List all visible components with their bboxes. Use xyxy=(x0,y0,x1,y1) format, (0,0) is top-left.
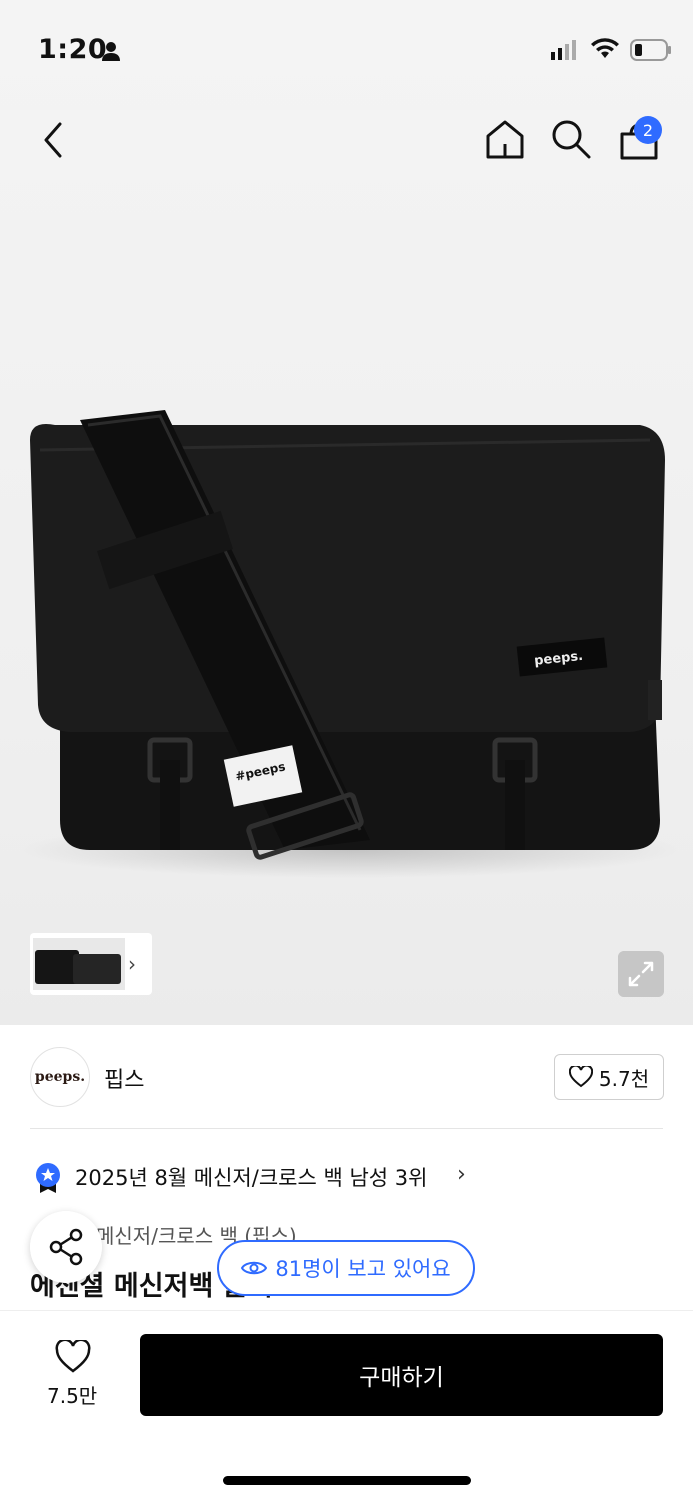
buy-button[interactable]: 구매하기 xyxy=(140,1334,663,1416)
heart-icon[interactable] xyxy=(55,1340,91,1374)
expand-icon[interactable] xyxy=(618,951,664,997)
search-icon[interactable] xyxy=(550,118,592,160)
person-icon xyxy=(102,42,120,61)
brand-name[interactable]: 핍스 xyxy=(104,1062,144,1094)
divider xyxy=(30,1128,663,1129)
eye-icon xyxy=(241,1261,268,1275)
status-time: 1:20 xyxy=(38,34,108,65)
battery-icon xyxy=(630,39,671,61)
brand-like-button[interactable]: 5.7천 xyxy=(554,1054,664,1100)
signal-icon xyxy=(551,40,576,60)
brand-logo-text: peeps. xyxy=(34,1069,86,1085)
ranking-badge-icon xyxy=(36,1163,60,1193)
cart-count-badge: 2 xyxy=(634,116,662,144)
wish-count: 7.5만 xyxy=(47,1384,98,1408)
home-icon[interactable] xyxy=(484,118,526,160)
viewers-text: 81명이 보고 있어요 xyxy=(275,1257,451,1281)
heart-icon xyxy=(568,1066,593,1088)
share-button[interactable] xyxy=(30,1211,102,1283)
ranking-text[interactable]: 2025년 8월 메신저/크로스 백 남성 3위 xyxy=(75,1162,427,1192)
home-indicator xyxy=(223,1476,471,1485)
viewers-pill: 81명이 보고 있어요 xyxy=(217,1240,475,1296)
chevron-right-icon: › xyxy=(128,952,136,976)
brand-like-count: 5.7천 xyxy=(598,1066,650,1091)
thumbnail-image xyxy=(33,938,125,990)
brand-logo[interactable]: peeps. xyxy=(30,1047,90,1107)
back-button[interactable] xyxy=(38,120,70,160)
wifi-icon xyxy=(591,38,619,58)
product-image: #peeps peeps. xyxy=(20,410,680,878)
chevron-right-icon[interactable]: › xyxy=(457,1162,466,1187)
